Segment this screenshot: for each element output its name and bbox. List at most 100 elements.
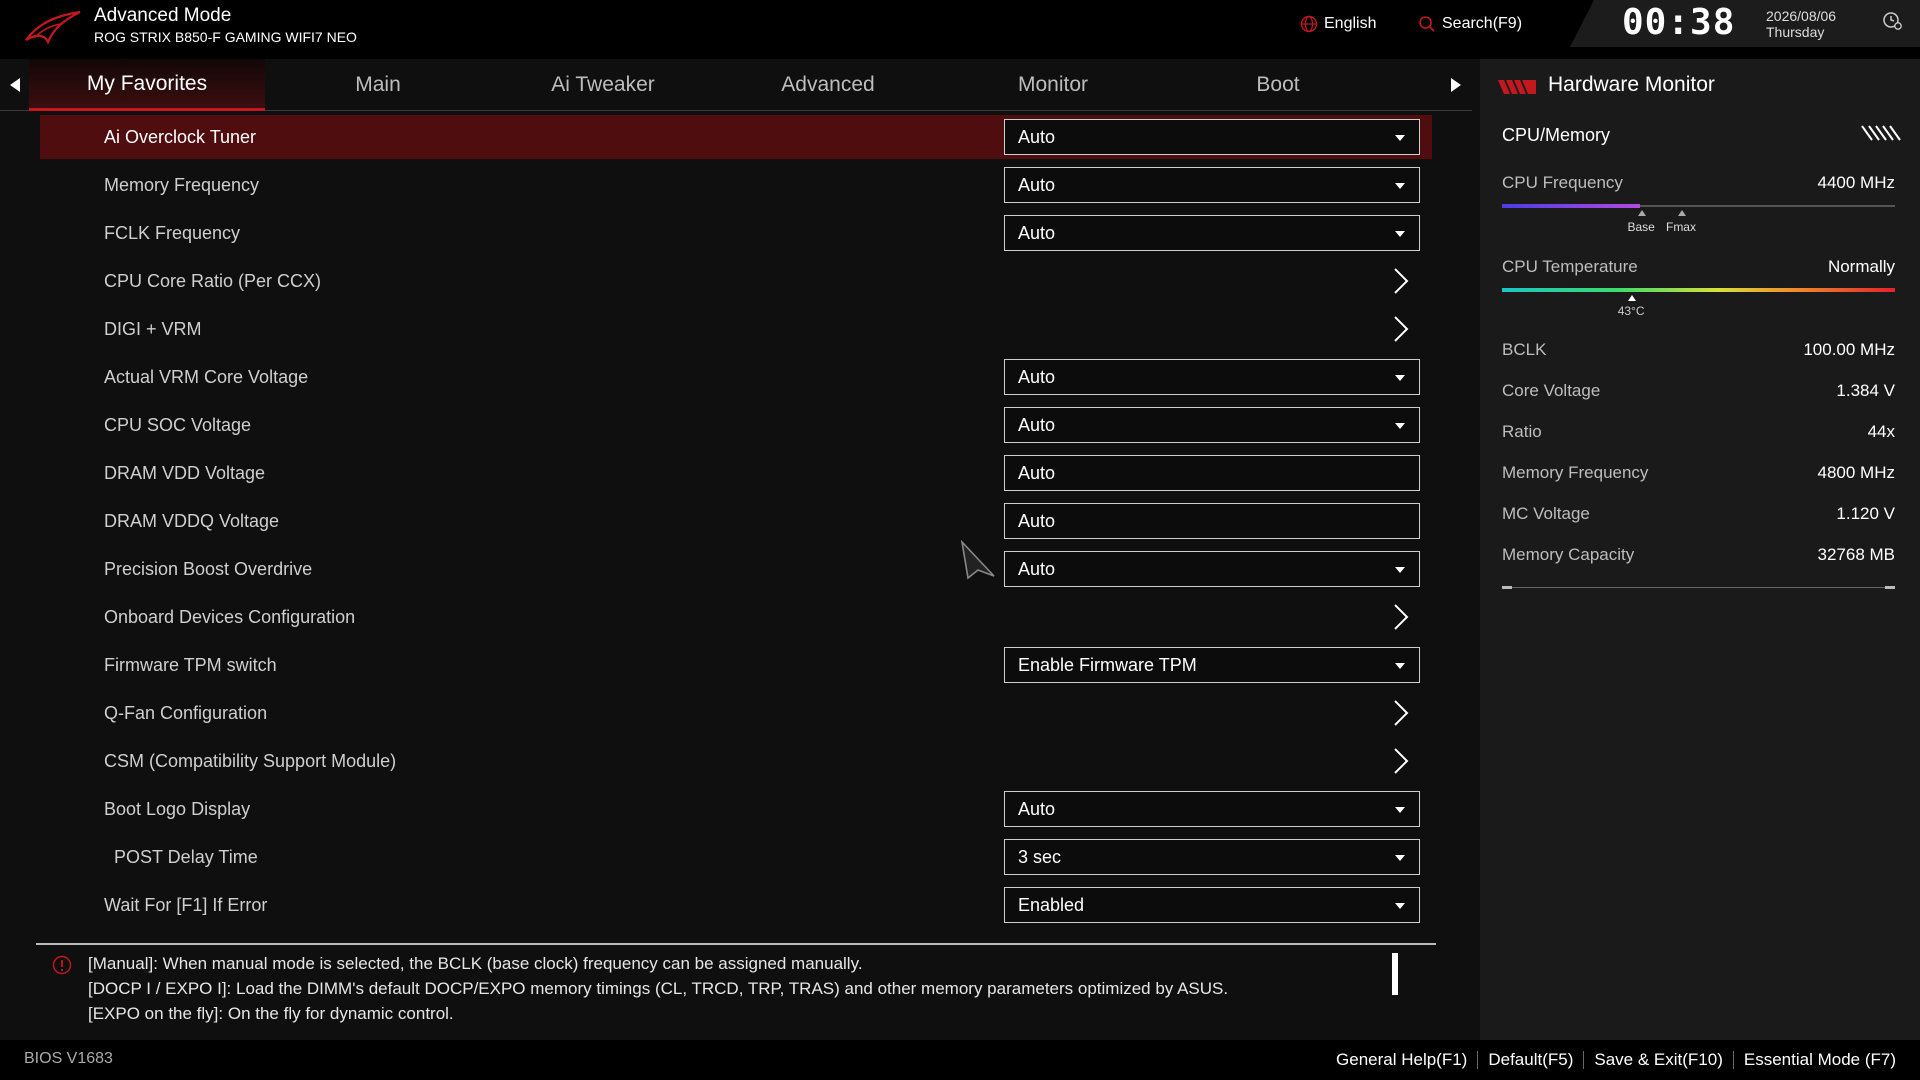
setting-label: Onboard Devices Configuration: [104, 607, 356, 627]
setting-cpu-core-ratio[interactable]: CPU Core Ratio (Per CCX): [40, 259, 1432, 303]
search-icon: [1419, 16, 1435, 32]
precision-boost-overdrive-dropdown[interactable]: Auto: [1004, 551, 1420, 587]
language-button[interactable]: English: [1300, 12, 1376, 36]
temperature-marker-label: 43°C: [1617, 304, 1645, 318]
save-exit-button[interactable]: Save & Exit(F10): [1584, 1050, 1733, 1070]
dropdown-value: Enable Firmware TPM: [1018, 655, 1197, 675]
setting-label: FCLK Frequency: [104, 223, 241, 243]
setting-label: DRAM VDDQ Voltage: [104, 511, 280, 531]
setting-q-fan-configuration[interactable]: Q-Fan Configuration: [40, 691, 1432, 735]
caret-down-icon: [1395, 423, 1405, 429]
dropdown-value: Auto: [1018, 367, 1056, 387]
firmware-tpm-switch-dropdown[interactable]: Enable Firmware TPM: [1004, 647, 1420, 683]
caret-down-icon: [1395, 375, 1405, 381]
boot-logo-display-dropdown[interactable]: Auto: [1004, 791, 1420, 827]
dropdown-value: Auto: [1018, 415, 1056, 435]
section-stripes-icon[interactable]: [1860, 125, 1902, 141]
clock-settings-icon[interactable]: [1882, 10, 1904, 32]
tab-advanced[interactable]: Advanced: [740, 59, 916, 111]
setting-actual-vrm-core-voltage[interactable]: Actual VRM Core Voltage Auto: [40, 355, 1432, 399]
setting-wait-for-f1[interactable]: Wait For [F1] If Error Enabled: [40, 883, 1432, 927]
setting-dram-vddq-voltage[interactable]: DRAM VDDQ Voltage Auto: [40, 499, 1432, 543]
input-value: Auto: [1018, 511, 1056, 531]
dram-vdd-voltage-input[interactable]: Auto: [1004, 455, 1420, 491]
language-label: English: [1324, 15, 1377, 32]
fclk-frequency-dropdown[interactable]: Auto: [1004, 215, 1420, 251]
ratio-value: 44x: [1867, 422, 1895, 441]
setting-label: DRAM VDD Voltage: [104, 463, 266, 483]
default-button[interactable]: Default(F5): [1478, 1050, 1583, 1070]
actual-vrm-core-voltage-dropdown[interactable]: Auto: [1004, 359, 1420, 395]
caret-down-icon: [1395, 903, 1405, 909]
setting-fclk-frequency[interactable]: FCLK Frequency Auto: [40, 211, 1432, 255]
setting-memory-frequency[interactable]: Memory Frequency Auto: [40, 163, 1432, 207]
ai-overclock-tuner-dropdown[interactable]: Auto: [1004, 119, 1420, 155]
tab-scroll-right-icon[interactable]: [1447, 76, 1465, 94]
setting-onboard-devices-configuration[interactable]: Onboard Devices Configuration: [40, 595, 1432, 639]
search-label: Search(F9): [1442, 15, 1523, 32]
setting-label: CPU SOC Voltage: [104, 415, 252, 435]
setting-label: Boot Logo Display: [104, 799, 251, 819]
chevron-right-icon[interactable]: [1392, 603, 1410, 631]
cpu-temperature-gradient: [1502, 288, 1895, 292]
caret-down-icon: [1395, 567, 1405, 573]
cpu-soc-voltage-dropdown[interactable]: Auto: [1004, 407, 1420, 443]
setting-label: CSM (Compatibility Support Module): [104, 751, 397, 771]
setting-firmware-tpm-switch[interactable]: Firmware TPM switch Enable Firmware TPM: [40, 643, 1432, 687]
tab-boot[interactable]: Boot: [1190, 59, 1366, 111]
clock-panel: 00:38 2026/08/06 Thursday: [1570, 0, 1920, 47]
mode-title: Advanced Mode: [94, 5, 232, 26]
tab-scroll-left-icon[interactable]: [6, 76, 24, 94]
help-box: [Manual]: When manual mode is selected, …: [0, 947, 1472, 1039]
setting-boot-logo-display[interactable]: Boot Logo Display Auto: [40, 787, 1432, 831]
setting-precision-boost-overdrive[interactable]: Precision Boost Overdrive Auto: [40, 547, 1432, 591]
setting-cpu-soc-voltage[interactable]: CPU SOC Voltage Auto: [40, 403, 1432, 447]
help-scrollbar[interactable]: [1392, 953, 1398, 995]
tab-monitor[interactable]: Monitor: [965, 59, 1141, 111]
tab-my-favorites[interactable]: My Favorites: [29, 59, 265, 111]
chevron-right-icon[interactable]: [1392, 747, 1410, 775]
cpu-frequency-value: 4400 MHz: [1817, 173, 1895, 192]
chevron-right-icon[interactable]: [1392, 699, 1410, 727]
setting-csm[interactable]: CSM (Compatibility Support Module): [40, 739, 1432, 783]
dram-vddq-voltage-input[interactable]: Auto: [1004, 503, 1420, 539]
general-help-button[interactable]: General Help(F1): [1326, 1050, 1477, 1070]
memory-frequency-dropdown[interactable]: Auto: [1004, 167, 1420, 203]
settings-list: Ai Overclock Tuner Auto Memory Frequency…: [0, 113, 1472, 939]
mc-voltage-label: MC Voltage: [1502, 504, 1590, 523]
help-text-line: [DOCP I / EXPO I]: Load the DIMM's defau…: [88, 979, 1229, 998]
post-delay-time-dropdown[interactable]: 3 sec: [1004, 839, 1420, 875]
day-label: Thursday: [1766, 24, 1825, 40]
caret-down-icon: [1395, 855, 1405, 861]
essential-mode-button[interactable]: Essential Mode (F7): [1734, 1050, 1906, 1070]
caret-down-icon: [1395, 183, 1405, 189]
globe-icon: [1300, 15, 1318, 33]
ratio-label: Ratio: [1502, 422, 1542, 441]
setting-ai-overclock-tuner[interactable]: Ai Overclock Tuner Auto: [40, 115, 1432, 159]
setting-dram-vdd-voltage[interactable]: DRAM VDD Voltage Auto: [40, 451, 1432, 495]
wait-for-f1-dropdown[interactable]: Enabled: [1004, 887, 1420, 923]
mouse-cursor-icon: [960, 540, 995, 580]
memory-capacity-label: Memory Capacity: [1502, 545, 1635, 564]
memory-frequency-label: Memory Frequency: [1502, 463, 1649, 482]
tab-ai-tweaker[interactable]: Ai Tweaker: [510, 59, 696, 111]
setting-digi-vrm[interactable]: DIGI + VRM: [40, 307, 1432, 351]
chevron-right-icon[interactable]: [1392, 267, 1410, 295]
dropdown-value: Auto: [1018, 223, 1056, 243]
footer-bar: BIOS V1683 General Help(F1) Default(F5) …: [0, 1040, 1920, 1080]
core-voltage-label: Core Voltage: [1502, 381, 1601, 400]
chevron-right-icon[interactable]: [1392, 315, 1410, 343]
setting-label: Actual VRM Core Voltage: [104, 367, 309, 387]
tab-main[interactable]: Main: [290, 59, 466, 111]
help-text-line: [Manual]: When manual mode is selected, …: [88, 954, 863, 973]
footer-actions: General Help(F1) Default(F5) Save & Exit…: [1326, 1040, 1906, 1080]
temperature-marker-icon: [1627, 295, 1636, 301]
caret-down-icon: [1395, 807, 1405, 813]
search-button[interactable]: Search(F9): [1418, 12, 1522, 36]
core-voltage-value: 1.384 V: [1836, 381, 1895, 400]
base-marker-icon: [1637, 210, 1646, 216]
setting-post-delay-time[interactable]: POST Delay Time 3 sec: [40, 835, 1432, 879]
base-marker-label: Base: [1627, 220, 1655, 234]
caret-down-icon: [1395, 231, 1405, 237]
setting-label: Memory Frequency: [104, 175, 260, 195]
